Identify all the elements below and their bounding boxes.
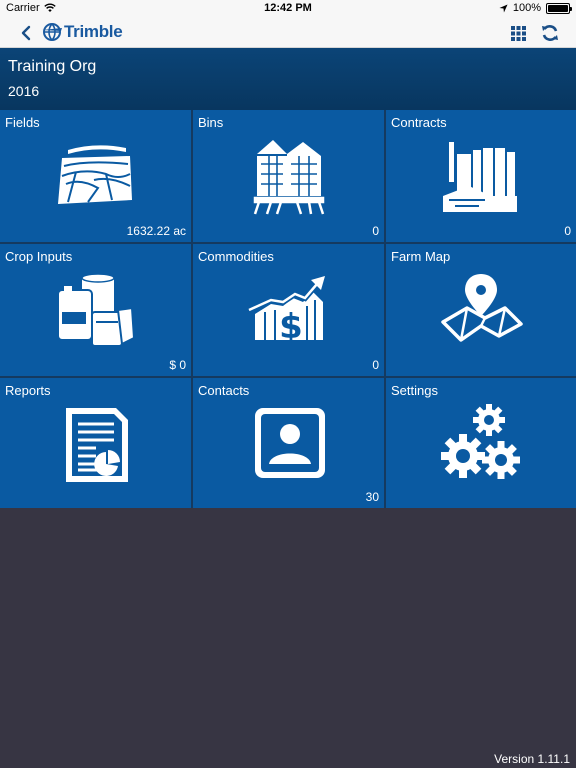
tile-label: Commodities [198,249,274,264]
tile-settings[interactable]: Settings [386,378,576,508]
tile-commodities[interactable]: Commodities $ 0 [193,244,384,376]
grain-elevator-icon [443,142,517,212]
tile-contracts[interactable]: Contracts 0 [386,110,576,242]
tile-reports[interactable]: Reports [0,378,191,508]
tile-label: Crop Inputs [5,249,73,264]
trimble-globe-icon [42,23,62,41]
commodities-chart-icon: $ [247,276,325,347]
contact-card-icon [254,408,325,478]
crop-inputs-icon [56,273,135,347]
org-header: Training Org 2016 [0,48,576,110]
svg-text:$: $ [279,307,303,347]
org-name: Training Org [8,58,97,75]
tile-label: Contracts [391,115,447,130]
grain-bin-icon [253,140,324,215]
tile-value: 0 [372,224,379,238]
tile-label: Fields [5,115,40,130]
fields-icon [57,145,132,204]
tile-value: $ 0 [169,358,186,372]
status-bar: Carrier 12:42 PM 100% [0,0,576,18]
status-right: 100% [499,2,572,14]
tile-contacts[interactable]: Contacts 30 [193,378,384,508]
grid-menu-icon[interactable] [508,23,528,43]
tile-label: Settings [391,383,438,398]
back-button[interactable] [16,22,36,44]
tile-value: 30 [365,490,379,504]
nav-bar: Trimble [0,18,576,48]
org-year: 2016 [8,83,40,99]
tile-fields[interactable]: Fields 1632.22 ac [0,110,191,242]
refresh-icon[interactable] [540,23,560,43]
report-document-icon [65,408,128,482]
tile-label: Contacts [198,383,250,398]
tile-label: Farm Map [391,249,451,264]
tile-bins[interactable]: Bins 0 [193,110,384,242]
tile-label: Bins [198,115,224,130]
logo-text: Trimble [64,22,123,41]
location-arrow-icon [499,3,508,13]
tile-value: 1632.22 ac [126,224,186,238]
clock: 12:42 PM [264,2,312,14]
tile-farm-map[interactable]: Farm Map [386,244,576,376]
tile-label: Reports [5,383,51,398]
version-label: Version 1.11.1 [494,752,570,766]
trimble-logo: Trimble [42,22,123,42]
tile-crop-inputs[interactable]: Crop Inputs $ 0 [0,244,191,376]
gears-icon [441,404,520,479]
tile-value: 0 [564,224,571,238]
map-pin-icon [441,274,523,342]
battery-percent: 100% [512,2,541,14]
dashboard-grid: Fields 1632.22 ac Bins 0 Contracts 0 Cro… [0,110,576,508]
battery-icon [546,2,572,14]
tile-value: 0 [372,358,379,372]
